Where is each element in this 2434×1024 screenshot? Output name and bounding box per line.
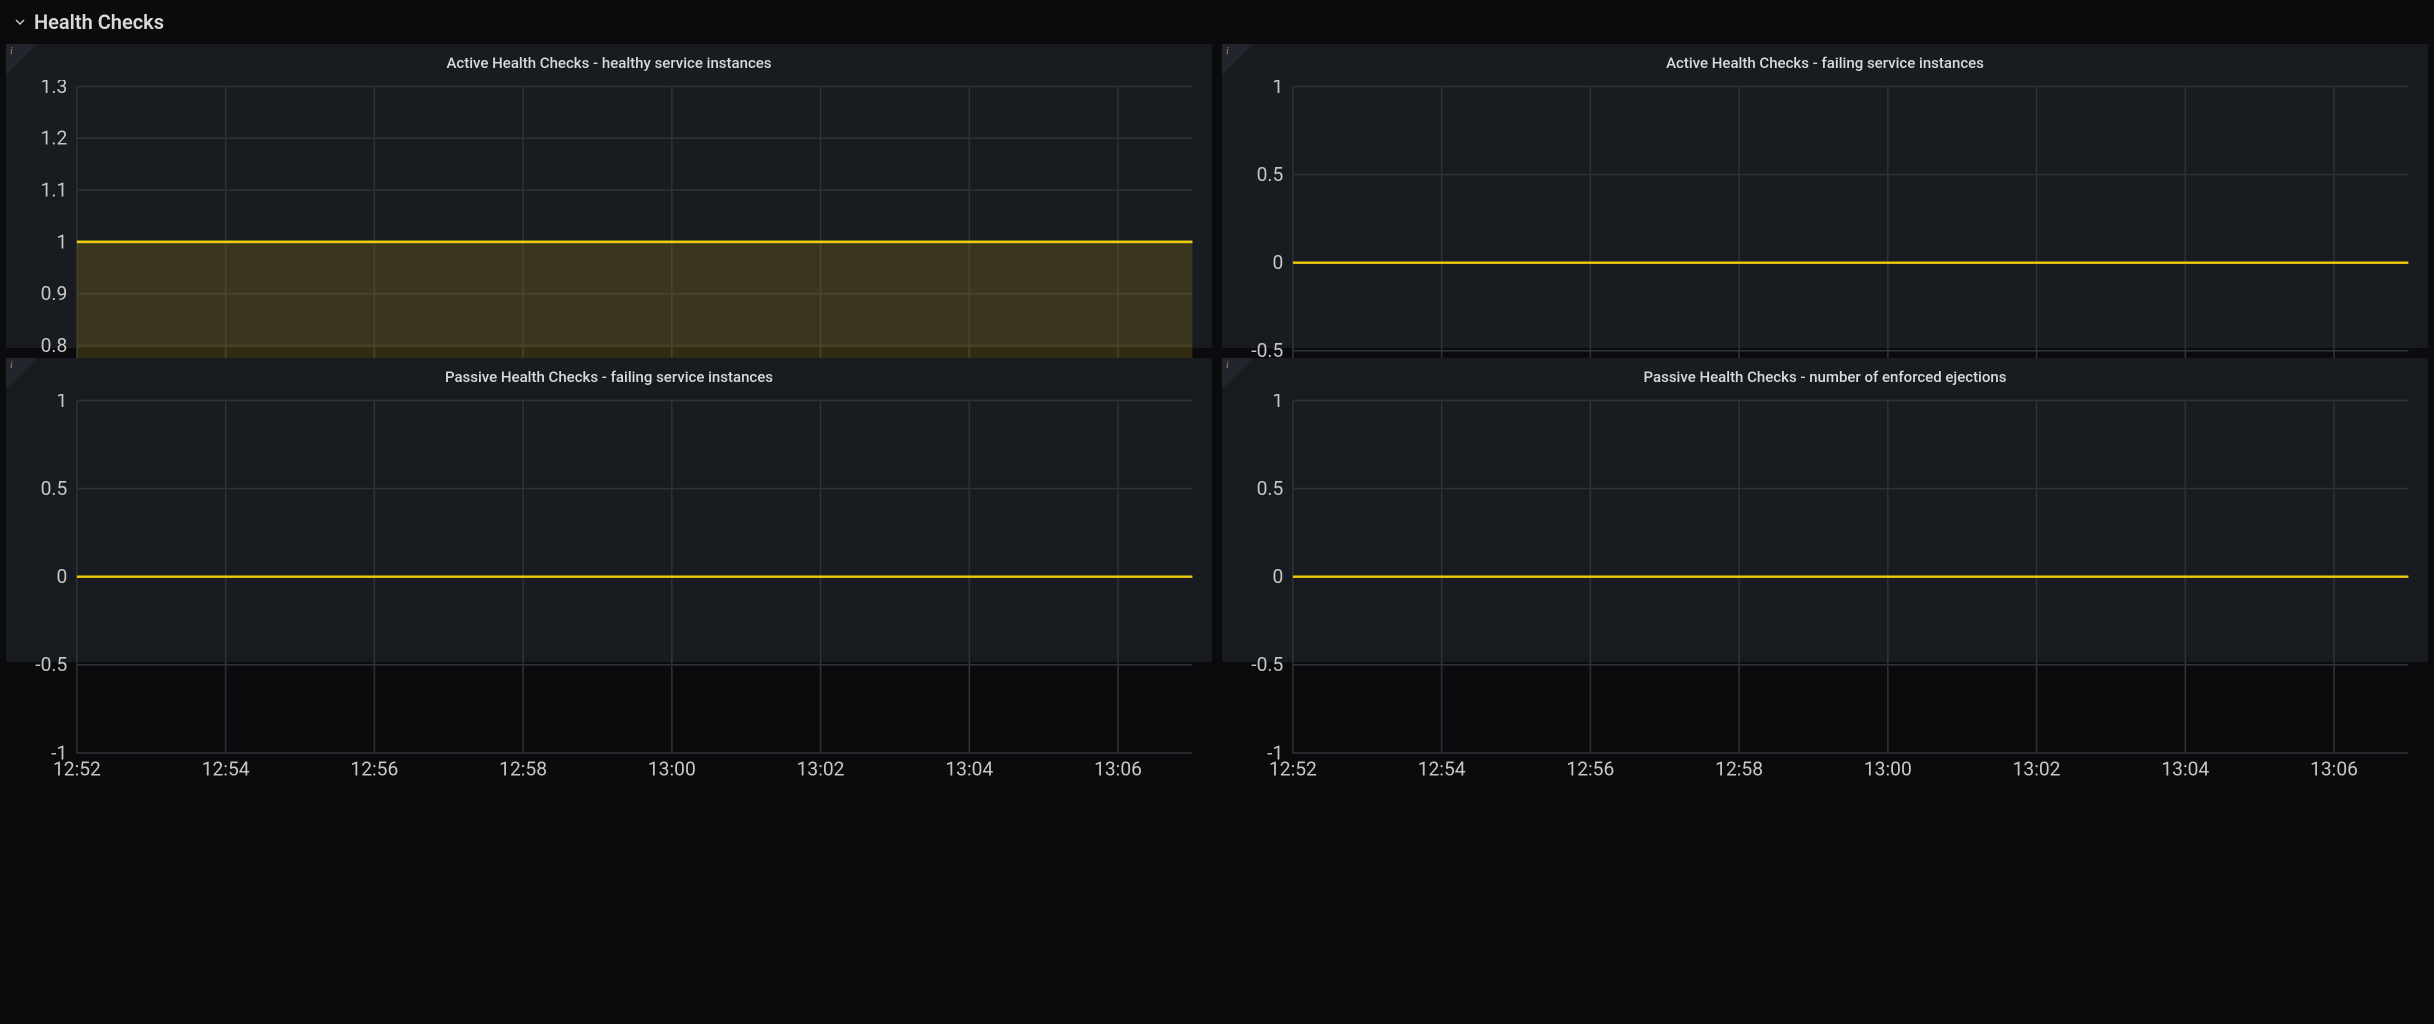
svg-text:13:00: 13:00 <box>648 757 696 780</box>
svg-text:1.2: 1.2 <box>41 127 68 150</box>
svg-text:0.8: 0.8 <box>41 334 68 357</box>
svg-text:0.5: 0.5 <box>1257 477 1284 500</box>
svg-text:12:56: 12:56 <box>1566 757 1614 780</box>
panel-title: Passive Health Checks - number of enforc… <box>1232 364 2418 394</box>
svg-text:13:06: 13:06 <box>1094 757 1142 780</box>
info-icon[interactable]: i <box>6 44 36 74</box>
svg-text:13:04: 13:04 <box>945 757 993 780</box>
panel-passive-failing[interactable]: iPassive Health Checks - failing service… <box>6 358 1212 662</box>
svg-text:-0.5: -0.5 <box>35 653 67 676</box>
svg-text:0.5: 0.5 <box>41 477 68 500</box>
svg-text:0: 0 <box>1272 251 1283 274</box>
svg-text:12:54: 12:54 <box>202 757 250 780</box>
svg-text:13:02: 13:02 <box>2013 757 2061 780</box>
svg-text:0: 0 <box>56 565 67 588</box>
svg-text:1: 1 <box>1272 394 1283 412</box>
svg-text:13:02: 13:02 <box>797 757 845 780</box>
panel-title: Active Health Checks - failing service i… <box>1232 50 2418 80</box>
svg-text:13:04: 13:04 <box>2161 757 2209 780</box>
chart-plot[interactable]: -1-0.500.5112:5212:5412:5612:5813:0013:0… <box>1232 394 2418 785</box>
svg-text:12:54: 12:54 <box>1418 757 1466 780</box>
section-title: Health Checks <box>34 10 164 34</box>
svg-text:12:52: 12:52 <box>1269 757 1317 780</box>
info-icon[interactable]: i <box>1222 358 1252 388</box>
svg-text:13:06: 13:06 <box>2310 757 2358 780</box>
svg-text:-0.5: -0.5 <box>1251 653 1283 676</box>
panel-title: Passive Health Checks - failing service … <box>16 364 1202 394</box>
svg-text:1.3: 1.3 <box>41 80 68 98</box>
section-header[interactable]: Health Checks <box>6 6 2428 44</box>
svg-text:1: 1 <box>56 230 67 253</box>
svg-text:12:52: 12:52 <box>53 757 101 780</box>
svg-text:1.1: 1.1 <box>41 178 68 201</box>
svg-text:12:58: 12:58 <box>499 757 547 780</box>
panel-active-failing[interactable]: iActive Health Checks - failing service … <box>1222 44 2428 348</box>
svg-text:12:56: 12:56 <box>350 757 398 780</box>
svg-text:0: 0 <box>1272 565 1283 588</box>
svg-text:1: 1 <box>56 394 67 412</box>
info-icon[interactable]: i <box>1222 44 1252 74</box>
svg-text:0.9: 0.9 <box>41 282 68 305</box>
svg-text:1: 1 <box>1272 80 1283 98</box>
panel-grid: iActive Health Checks - healthy service … <box>6 44 2428 662</box>
panel-active-healthy[interactable]: iActive Health Checks - healthy service … <box>6 44 1212 348</box>
svg-text:0.5: 0.5 <box>1257 163 1284 186</box>
panel-passive-ejections[interactable]: iPassive Health Checks - number of enfor… <box>1222 358 2428 662</box>
svg-text:13:00: 13:00 <box>1864 757 1912 780</box>
chart-plot[interactable]: -1-0.500.5112:5212:5412:5612:5813:0013:0… <box>16 394 1202 785</box>
info-icon[interactable]: i <box>6 358 36 388</box>
chevron-down-icon <box>14 16 26 28</box>
svg-text:12:58: 12:58 <box>1715 757 1763 780</box>
panel-title: Active Health Checks - healthy service i… <box>16 50 1202 80</box>
